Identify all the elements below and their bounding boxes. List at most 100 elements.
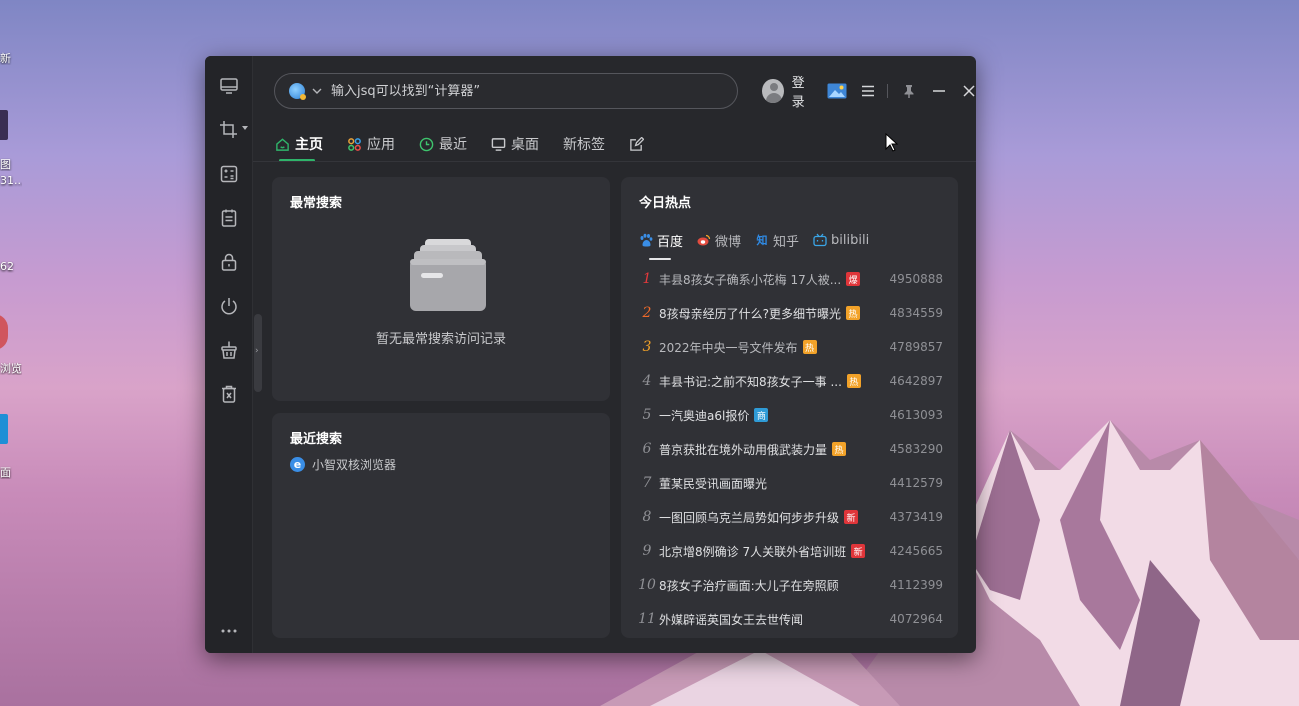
hot-topic-count: 4642897 (889, 374, 943, 388)
tab-weibo[interactable]: 微博 (697, 229, 741, 251)
hot-topic-badge: 新 (851, 544, 866, 558)
tab-label: 桌面 (511, 137, 539, 153)
hot-topic-title[interactable]: 丰县书记:之前不知8孩女子一事 ... (659, 373, 842, 390)
hot-topic-badge: 热 (832, 442, 847, 456)
tab-home[interactable]: 主页 (275, 128, 323, 162)
lock-icon[interactable] (217, 250, 241, 274)
close-icon[interactable] (960, 81, 976, 101)
hot-topic-row[interactable]: 4 丰县书记:之前不知8孩女子一事 ... 热 4642897 (635, 370, 943, 392)
trash-icon[interactable] (217, 382, 241, 406)
notepad-icon[interactable] (217, 206, 241, 230)
search-input[interactable] (331, 83, 711, 99)
sidebar-collapse-handle[interactable]: › (254, 314, 262, 392)
recent-search-item[interactable]: e 小智双核浏览器 (290, 456, 396, 473)
hot-topic-title[interactable]: 8孩母亲经历了什么?更多细节曝光 (659, 305, 841, 322)
chevron-down-icon[interactable] (311, 85, 323, 97)
more-icon[interactable] (217, 619, 241, 643)
bilibili-icon (813, 233, 827, 247)
cleaner-basket-icon[interactable] (217, 338, 241, 362)
hot-topic-title[interactable]: 8孩女子治疗画面:大儿子在旁照顾 (659, 577, 839, 594)
hot-topic-rank: 9 (642, 543, 652, 559)
hot-topic-row[interactable]: 11 外媒辟谣英国女王去世传闻 4072964 (635, 608, 943, 630)
hot-topic-title[interactable]: 2022年中央一号文件发布 (659, 339, 798, 356)
power-icon[interactable] (217, 294, 241, 318)
tab-new-tab[interactable]: 新标签 (563, 128, 605, 160)
tab-zhihu[interactable]: 知 知乎 (755, 229, 800, 251)
tab-desktop[interactable]: 桌面 (491, 128, 539, 160)
crop-icon[interactable] (217, 118, 241, 142)
hot-topic-rank: 7 (642, 475, 652, 491)
hot-topic-title[interactable]: 董某民受讯画面曝光 (659, 475, 767, 492)
hot-topic-row[interactable]: 7 董某民受讯画面曝光 4412579 (635, 472, 943, 494)
calculator-icon[interactable] (217, 162, 241, 186)
monitor-icon[interactable] (217, 74, 241, 98)
hot-topic-count: 4245665 (889, 544, 943, 558)
hot-topic-title[interactable]: 一汽奥迪a6l报价 (659, 407, 749, 424)
window-controls: 登录 (762, 76, 976, 110)
hot-topic-title[interactable]: 普京获批在境外动用俄武装力量 (659, 441, 827, 458)
wallpaper-icon[interactable] (827, 81, 847, 101)
edit-icon (630, 136, 644, 151)
desktop-app-icon[interactable] (0, 110, 8, 140)
browser-icon: e (290, 457, 305, 472)
hot-topic-row[interactable]: 2 8孩母亲经历了什么?更多细节曝光热 4834559 (635, 302, 943, 324)
hot-topic-row[interactable]: 5 一汽奥迪a6l报价商 4613093 (635, 404, 943, 426)
search-engine-icon[interactable] (289, 83, 306, 100)
hot-topic-row[interactable]: 1 丰县8孩女子确系小花梅 17人被... 爆 4950888 (635, 268, 943, 290)
hot-topic-row[interactable]: 6 普京获批在境外动用俄武装力量热 4583290 (635, 438, 943, 460)
tab-bilibili[interactable]: bilibili (813, 229, 869, 251)
desktop-label: 浏览 (0, 362, 22, 375)
minimize-icon[interactable] (930, 81, 948, 101)
hot-topic-row[interactable]: 10 8孩女子治疗画面:大儿子在旁照顾 4112399 (635, 574, 943, 596)
hot-topic-row[interactable]: 3 2022年中央一号文件发布热 4789857 (635, 336, 943, 358)
search-bar[interactable] (274, 73, 738, 109)
hot-topic-rank: 6 (642, 441, 652, 457)
hot-topic-badge: 新 (844, 510, 859, 524)
hot-topic-title[interactable]: 一图回顾乌克兰局势如何步步升级 (659, 509, 839, 526)
hot-topic-badge: 热 (802, 340, 817, 354)
hot-topic-rank: 2 (642, 305, 652, 321)
tab-label: 最近 (439, 137, 467, 153)
source-label: 知乎 (773, 234, 800, 250)
hot-topic-rank: 8 (642, 509, 652, 525)
divider (887, 84, 888, 98)
monitor-icon (491, 137, 506, 151)
tab-apps[interactable]: 应用 (347, 128, 395, 160)
empty-box-icon (410, 239, 486, 311)
menu-icon[interactable] (859, 81, 877, 101)
tab-baidu[interactable]: 百度 (639, 229, 684, 260)
avatar[interactable] (762, 79, 784, 103)
desktop-label: 图 (0, 158, 11, 171)
hot-topic-badge: 爆 (846, 272, 861, 286)
source-label: bilibili (831, 232, 870, 248)
hot-topic-title[interactable]: 丰县8孩女子确系小花梅 17人被... (659, 271, 841, 288)
hot-topic-count: 4834559 (889, 306, 943, 320)
frequent-search-card: 最常搜索 暂无最常搜索访问记录 (272, 177, 610, 401)
edit-tabs-button[interactable] (629, 128, 649, 160)
desktop-app-icon[interactable] (0, 414, 8, 444)
sidebar (205, 56, 253, 653)
chevron-right-icon: › (255, 346, 259, 356)
tab-label: 主页 (295, 137, 323, 153)
hot-topic-rank: 1 (642, 271, 652, 287)
launcher-window: › 登录 主页 (205, 56, 976, 653)
pin-icon[interactable] (900, 81, 918, 101)
hot-topic-title[interactable]: 外媒辟谣英国女王去世传闻 (659, 611, 803, 628)
dropdown-caret-icon[interactable] (242, 126, 248, 130)
hot-topic-rank: 3 (642, 339, 652, 355)
mouse-cursor-icon (885, 133, 899, 152)
baidu-icon (639, 233, 653, 247)
home-icon (276, 137, 289, 151)
hot-topics-card: 今日热点 百度 微博 知 知乎 bilibili 1 丰县8孩女子确系小花梅 1… (621, 177, 958, 638)
desktop-label: 62 (0, 260, 14, 273)
hot-topic-rank: 10 (638, 577, 656, 593)
source-label: 百度 (657, 234, 684, 250)
hot-topic-rank: 4 (642, 373, 652, 389)
desktop-label: 面 (0, 466, 11, 479)
hot-topic-title[interactable]: 北京增8例确诊 7人关联外省培训班 (659, 543, 846, 560)
hot-topic-row[interactable]: 9 北京增8例确诊 7人关联外省培训班新 4245665 (635, 540, 943, 562)
tab-recent[interactable]: 最近 (419, 128, 467, 160)
login-button[interactable]: 登录 (792, 72, 815, 110)
hot-topic-row[interactable]: 8 一图回顾乌克兰局势如何步步升级新 4373419 (635, 506, 943, 528)
recent-search-card: 最近搜索 e 小智双核浏览器 (272, 413, 610, 638)
